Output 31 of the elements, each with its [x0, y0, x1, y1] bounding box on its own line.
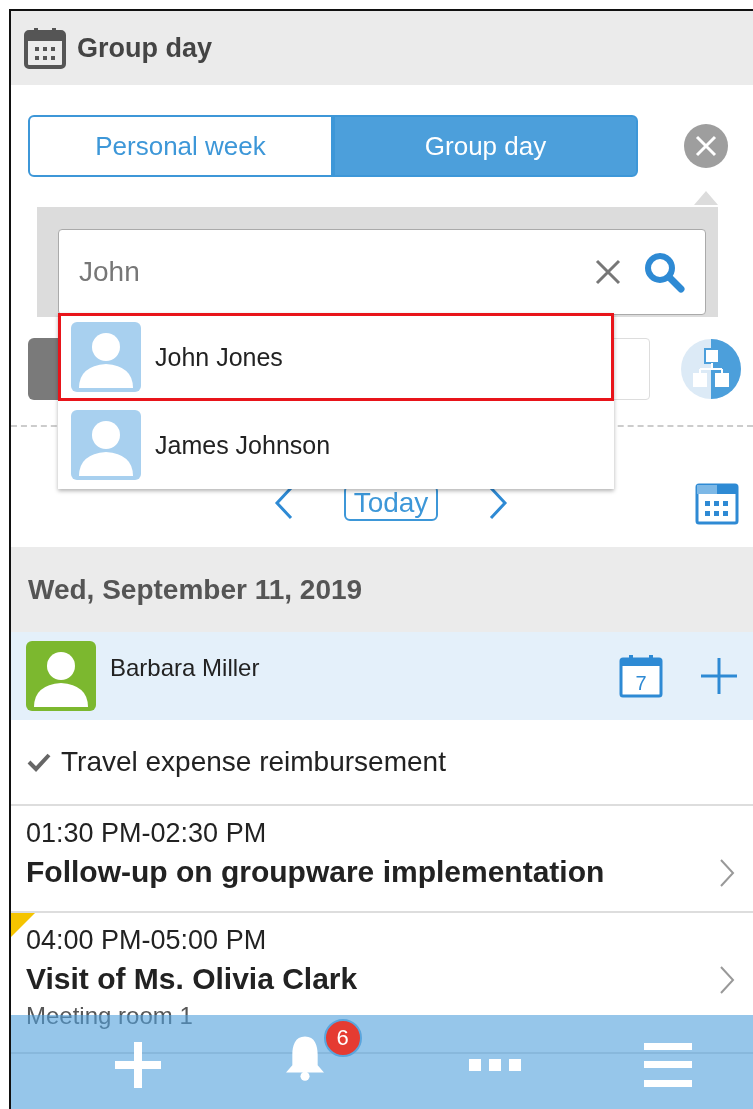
add-icon[interactable] — [699, 656, 739, 696]
calendar-icon[interactable] — [695, 481, 739, 525]
clear-icon[interactable] — [595, 259, 621, 285]
close-icon[interactable] — [684, 124, 728, 168]
chevron-icon[interactable] — [719, 858, 735, 888]
event-title[interactable]: Follow-up on groupware implementation — [26, 855, 683, 889]
avatar-icon — [26, 641, 96, 711]
avatar-icon — [71, 410, 141, 480]
suggestion-item[interactable]: John Jones — [58, 313, 614, 401]
event-time: 04:00 PM-05:00 PM — [26, 925, 268, 956]
date-heading: Wed, September 11, 2019 — [11, 547, 753, 632]
org-chart-icon[interactable] — [681, 339, 741, 399]
next-icon[interactable] — [488, 486, 509, 520]
menu-icon[interactable] — [643, 1043, 692, 1087]
panel-pointer — [694, 191, 718, 205]
calendar-icon — [23, 26, 67, 70]
all-day-event[interactable]: Travel expense reimbursement — [61, 746, 446, 778]
calendar-icon[interactable]: 7 — [619, 654, 663, 698]
avatar-icon — [71, 322, 141, 392]
check-icon — [27, 752, 51, 772]
search-field[interactable]: John — [58, 229, 706, 315]
search-icon[interactable] — [643, 251, 685, 293]
page-title: Group day — [77, 32, 212, 64]
user-name: Barbara Miller — [110, 654, 261, 682]
chevron-icon[interactable] — [719, 965, 735, 995]
previous-icon[interactable] — [273, 486, 294, 520]
notification-badge: 6 — [323, 1019, 362, 1057]
event-time: 01:30 PM-02:30 PM — [26, 818, 268, 849]
bell-icon[interactable] — [285, 1035, 324, 1083]
event-title[interactable]: Visit of Ms. Olivia Clark — [26, 962, 683, 996]
more-icon[interactable] — [468, 1059, 521, 1071]
